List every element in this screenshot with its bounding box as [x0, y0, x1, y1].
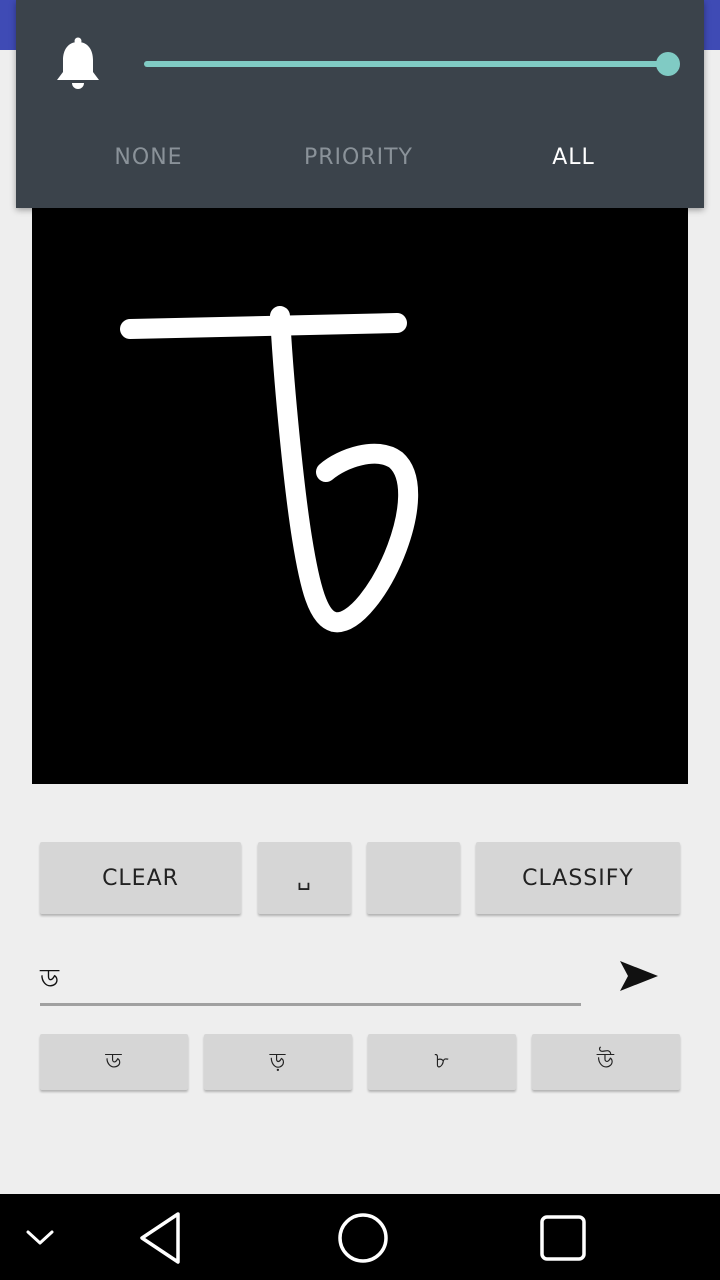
blank-button[interactable] — [367, 842, 460, 914]
classify-button[interactable]: CLASSIFY — [476, 842, 680, 914]
result-text-value: ড — [40, 964, 60, 994]
bell-icon[interactable] — [54, 36, 102, 92]
mode-priority-button[interactable]: PRIORITY — [286, 140, 431, 176]
handwritten-stroke — [120, 306, 419, 633]
suggestion-button[interactable]: উ — [532, 1034, 680, 1090]
drawing-canvas[interactable] — [32, 208, 688, 784]
send-icon[interactable] — [614, 955, 662, 997]
volume-panel: NONE PRIORITY ALL — [16, 0, 704, 208]
space-button[interactable]: ␣ — [258, 842, 351, 914]
volume-slider[interactable] — [144, 48, 680, 80]
result-text-field[interactable]: ড — [40, 944, 581, 1006]
slider-fill — [144, 61, 668, 67]
chevron-down-icon[interactable] — [24, 1224, 56, 1250]
input-underline — [40, 1003, 581, 1006]
recents-icon[interactable] — [539, 1214, 587, 1262]
clear-button[interactable]: CLEAR — [40, 842, 241, 914]
suggestion-button[interactable]: ড় — [204, 1034, 352, 1090]
suggestion-button[interactable]: ৮ — [368, 1034, 516, 1090]
back-icon[interactable] — [136, 1210, 184, 1266]
slider-thumb[interactable] — [656, 52, 680, 76]
suggestion-button[interactable]: ড — [40, 1034, 188, 1090]
mode-all-button[interactable]: ALL — [526, 140, 621, 176]
system-navigation-bar — [0, 1194, 720, 1280]
home-icon[interactable] — [337, 1212, 389, 1264]
mode-none-button[interactable]: NONE — [86, 140, 211, 176]
